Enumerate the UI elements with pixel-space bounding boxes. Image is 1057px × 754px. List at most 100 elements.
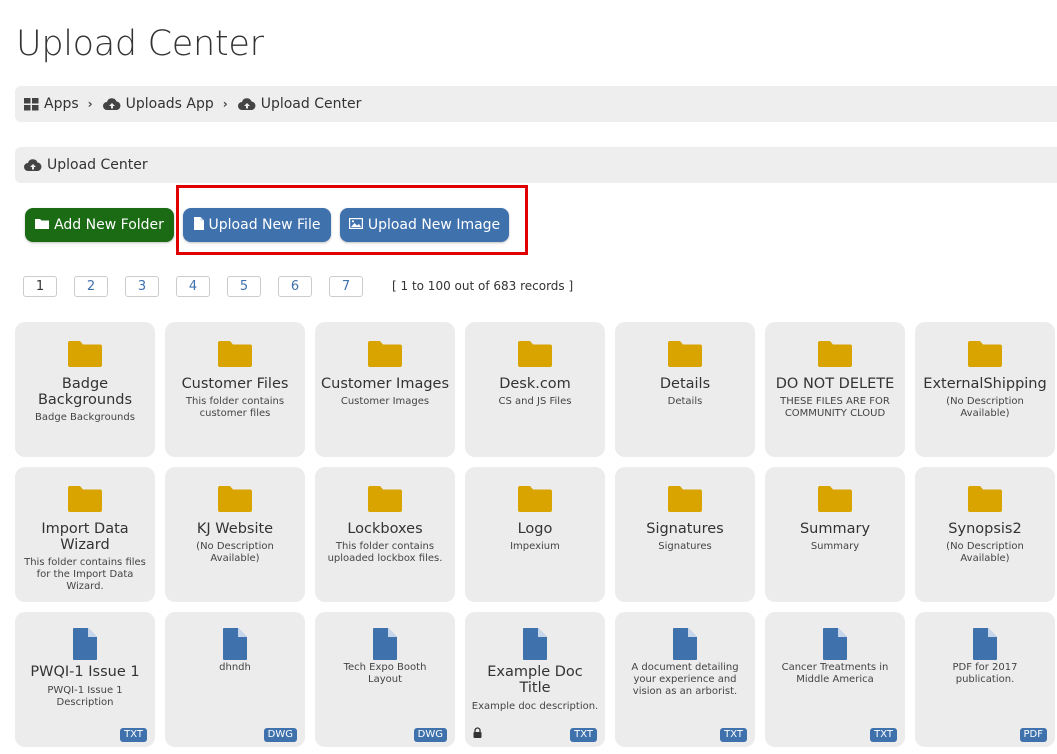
page-link-4[interactable]: 4 — [176, 276, 210, 297]
folder-name: DO NOT DELETE — [775, 376, 895, 392]
folder-card[interactable]: Logo Impexium — [465, 467, 605, 602]
folder-card[interactable]: Synopsis2 (No Description Available) — [915, 467, 1055, 602]
folder-icon — [368, 341, 402, 371]
add-new-folder-button[interactable]: Add New Folder — [25, 208, 174, 242]
file-card[interactable]: dhndh DWG — [165, 612, 305, 747]
file-description: Example doc description. — [471, 701, 599, 712]
page-link-6[interactable]: 6 — [278, 276, 312, 297]
folder-card[interactable]: Lockboxes This folder contains uploaded l… — [315, 467, 455, 602]
folder-icon — [368, 486, 402, 516]
breadcrumb-apps[interactable]: Apps — [24, 96, 79, 112]
folder-card[interactable]: ExternalShipping (No Description Availabl… — [915, 322, 1055, 457]
folder-description: Badge Backgrounds — [35, 412, 135, 423]
folder-card[interactable]: DO NOT DELETE THESE FILES ARE FOR COMMUNI… — [765, 322, 905, 457]
folder-icon — [68, 341, 102, 371]
folder-icon — [218, 486, 252, 516]
chevron-right-icon: › — [222, 97, 228, 111]
folder-icon — [968, 486, 1002, 516]
file-description: PWQI-1 Issue 1 Description — [47, 685, 123, 708]
pagination: 1 2 3 4 5 6 7 — [23, 276, 380, 297]
breadcrumb-uploads-app[interactable]: Uploads App — [102, 96, 214, 112]
document-icon — [823, 628, 847, 664]
document-icon — [673, 628, 697, 664]
folder-description: Customer Images — [340, 396, 430, 407]
document-icon — [523, 628, 547, 664]
file-type-badge: DWG — [413, 728, 447, 742]
file-description: Cancer Treatments in Middle America — [781, 662, 889, 685]
upload-new-image-button[interactable]: Upload New Image — [340, 208, 509, 242]
file-card[interactable]: PWQI-1 Issue 1 PWQI-1 Issue 1 Description… — [15, 612, 155, 747]
cloud-upload-icon — [24, 158, 42, 172]
page-link-1[interactable]: 1 — [23, 276, 57, 297]
upload-new-file-button[interactable]: Upload New File — [183, 208, 331, 242]
folder-name: Customer Images — [321, 376, 450, 392]
file-card[interactable]: Example Doc Title Example doc description… — [465, 612, 605, 747]
folder-name: Desk.com — [499, 376, 571, 392]
section-header: Upload Center — [15, 147, 1057, 183]
breadcrumb-upload-center[interactable]: Upload Center — [237, 96, 362, 112]
page-link-7[interactable]: 7 — [329, 276, 363, 297]
folder-card[interactable]: Signatures Signatures — [615, 467, 755, 602]
folder-card[interactable]: Import Data Wizard This folder contains f… — [15, 467, 155, 602]
file-name: PWQI-1 Issue 1 — [30, 664, 140, 680]
cloud-upload-icon — [102, 97, 121, 111]
file-card[interactable]: Cancer Treatments in Middle America TXT — [765, 612, 905, 747]
file-type-badge: TXT — [720, 728, 747, 742]
folder-name: Badge Backgrounds — [37, 376, 133, 408]
breadcrumb-label: Uploads App — [125, 96, 214, 112]
button-label: Add New Folder — [54, 217, 164, 233]
file-type-badge: DWG — [263, 728, 297, 742]
file-card[interactable]: PDF for 2017 publication. PDF — [915, 612, 1055, 747]
folder-description: Details — [667, 396, 703, 407]
folder-description: This folder contains customer files — [185, 396, 285, 419]
folder-card[interactable]: KJ Website (No Description Available) — [165, 467, 305, 602]
folder-description: CS and JS Files — [498, 396, 572, 407]
folder-name: KJ Website — [196, 521, 274, 537]
folder-card[interactable]: Details Details — [615, 322, 755, 457]
folder-icon — [518, 486, 552, 516]
breadcrumb-label: Upload Center — [260, 96, 362, 112]
grid-icon — [24, 97, 39, 111]
page-link-5[interactable]: 5 — [227, 276, 261, 297]
file-icon — [193, 216, 204, 234]
folder-card[interactable]: Badge Backgrounds Badge Backgrounds — [15, 322, 155, 457]
folder-card[interactable]: Customer Images Customer Images — [315, 322, 455, 457]
folder-description: Impexium — [510, 541, 560, 552]
page-title: Upload Center — [16, 24, 264, 64]
breadcrumb-label: Apps — [44, 96, 79, 112]
cloud-upload-icon — [237, 97, 256, 111]
file-description: A document detailing your experience and… — [631, 662, 739, 697]
folder-icon — [68, 486, 102, 516]
document-icon — [223, 628, 247, 664]
folder-name: Details — [659, 376, 711, 392]
file-type-badge: TXT — [870, 728, 897, 742]
folder-description: (No Description Available) — [946, 541, 1024, 564]
folder-card[interactable]: Customer Files This folder contains custo… — [165, 322, 305, 457]
folder-icon — [968, 341, 1002, 371]
button-label: Upload New File — [208, 217, 321, 233]
file-description: dhndh — [219, 662, 251, 673]
folder-icon — [668, 486, 702, 516]
section-header-label: Upload Center — [47, 157, 148, 173]
records-count: [ 1 to 100 out of 683 records ] — [392, 279, 574, 293]
page-link-3[interactable]: 3 — [125, 276, 159, 297]
folder-icon — [818, 486, 852, 516]
folder-icon — [668, 341, 702, 371]
folder-description: This folder contains files for the Impor… — [24, 557, 146, 592]
folder-description: (No Description Available) — [196, 541, 274, 564]
folder-name: ExternalShipping — [923, 376, 1047, 392]
folder-description: THESE FILES ARE FOR COMMUNITY CLOUD — [780, 396, 890, 419]
folder-icon — [35, 217, 50, 233]
folder-icon — [218, 341, 252, 371]
folder-card[interactable]: Desk.com CS and JS Files — [465, 322, 605, 457]
folder-name: Signatures — [646, 521, 724, 537]
folder-description: Signatures — [658, 541, 712, 552]
file-card[interactable]: Tech Expo Booth Layout DWG — [315, 612, 455, 747]
folder-card[interactable]: Summary Summary — [765, 467, 905, 602]
folder-name: Lockboxes — [347, 521, 423, 537]
breadcrumb: Apps › Uploads App › Upload Center — [15, 86, 1057, 122]
file-type-badge: TXT — [120, 728, 147, 742]
file-card[interactable]: A document detailing your experience and… — [615, 612, 755, 747]
page-link-2[interactable]: 2 — [74, 276, 108, 297]
folder-icon — [818, 341, 852, 371]
